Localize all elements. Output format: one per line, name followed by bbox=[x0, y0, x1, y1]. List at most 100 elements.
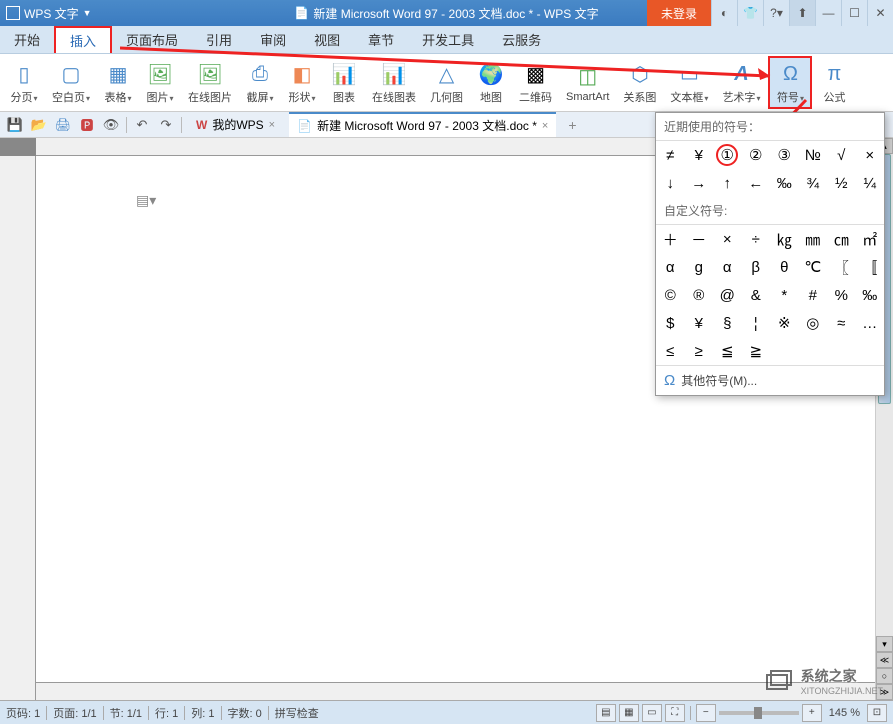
tab-review[interactable]: 审阅 bbox=[246, 26, 300, 53]
symbol-cell[interactable]: ɡ bbox=[685, 253, 714, 281]
view-outline-button[interactable]: ▦ bbox=[619, 704, 639, 722]
save-icon[interactable]: 💾 bbox=[6, 116, 24, 134]
symbol-cell[interactable]: # bbox=[799, 281, 828, 309]
symbol-cell[interactable]: № bbox=[799, 141, 828, 169]
symbol-cell-highlighted[interactable]: ① bbox=[716, 144, 738, 166]
ribbon-shapes[interactable]: ◧形状▾ bbox=[282, 58, 322, 107]
ribbon-relation[interactable]: ⬡关系图 bbox=[617, 58, 662, 107]
tab-chapter[interactable]: 章节 bbox=[354, 26, 408, 53]
symbol-cell[interactable]: ® bbox=[685, 281, 714, 309]
symbol-cell[interactable]: ← bbox=[742, 169, 771, 197]
print-icon[interactable]: 🖨 bbox=[54, 116, 72, 134]
ribbon-online-chart[interactable]: 📊在线图表 bbox=[366, 58, 422, 107]
status-col[interactable]: 列: 1 bbox=[191, 705, 214, 721]
tab-cloud[interactable]: 云服务 bbox=[488, 26, 555, 53]
app-menu-button[interactable]: WPS 文字 ▼ bbox=[0, 5, 98, 22]
redo-icon[interactable]: ↷ bbox=[157, 116, 175, 134]
symbol-cell[interactable]: ≧ bbox=[742, 337, 771, 365]
close-tab-icon[interactable]: × bbox=[542, 120, 548, 132]
symbol-cell[interactable]: ℃ bbox=[799, 253, 828, 281]
symbol-cell[interactable]: ¥ bbox=[685, 309, 714, 337]
symbol-cell[interactable]: ÷ bbox=[742, 225, 771, 253]
minimize-button[interactable]: — bbox=[815, 0, 841, 26]
shirt-icon[interactable]: 👕 bbox=[737, 0, 763, 26]
open-icon[interactable]: 📂 bbox=[30, 116, 48, 134]
ribbon-page-break[interactable]: ▯分页▾ bbox=[4, 58, 44, 107]
symbol-cell[interactable]: ㎝ bbox=[827, 225, 856, 253]
more-symbols-button[interactable]: Ω 其他符号(M)... bbox=[656, 365, 884, 395]
ribbon-online-picture[interactable]: 🖼在线图片 bbox=[182, 58, 238, 107]
status-chars[interactable]: 字数: 0 bbox=[228, 705, 262, 721]
symbol-cell[interactable]: α bbox=[656, 253, 685, 281]
symbol-cell[interactable]: & bbox=[742, 281, 771, 309]
help-icon[interactable]: ?▾ bbox=[763, 0, 789, 26]
vertical-ruler[interactable] bbox=[0, 156, 36, 700]
print-preview-icon[interactable]: 👁 bbox=[102, 116, 120, 134]
symbol-cell[interactable]: ↓ bbox=[656, 169, 685, 197]
symbol-cell[interactable]: β bbox=[742, 253, 771, 281]
view-print-layout-button[interactable]: ▤ bbox=[596, 704, 616, 722]
symbol-cell[interactable]: ↑ bbox=[713, 169, 742, 197]
ribbon-equation[interactable]: π公式 bbox=[814, 58, 854, 107]
ribbon-geometry[interactable]: △几何图 bbox=[424, 58, 469, 107]
symbol-cell[interactable]: 〚 bbox=[856, 253, 885, 281]
symbol-cell[interactable]: $ bbox=[656, 309, 685, 337]
doc-tab-mywps[interactable]: W 我的WPS × bbox=[188, 112, 283, 137]
symbol-cell[interactable]: ≦ bbox=[713, 337, 742, 365]
symbol-cell[interactable]: ‰ bbox=[856, 281, 885, 309]
undo-icon[interactable]: ↶ bbox=[133, 116, 151, 134]
symbol-cell[interactable]: § bbox=[713, 309, 742, 337]
status-page-num[interactable]: 页面: 1/1 bbox=[53, 705, 96, 721]
symbol-cell[interactable]: ¾ bbox=[799, 169, 828, 197]
skin-icon[interactable]: ◐ bbox=[711, 0, 737, 26]
symbol-cell[interactable]: √ bbox=[827, 141, 856, 169]
ribbon-screenshot[interactable]: ⎙截屏▾ bbox=[240, 58, 280, 107]
pdf-icon[interactable]: 🅿 bbox=[78, 116, 96, 134]
symbol-cell[interactable]: ¦ bbox=[742, 309, 771, 337]
view-web-button[interactable]: ▭ bbox=[642, 704, 662, 722]
zoom-slider[interactable] bbox=[719, 711, 799, 715]
symbol-cell[interactable]: α bbox=[713, 253, 742, 281]
tab-start[interactable]: 开始 bbox=[0, 26, 54, 53]
zoom-fit-button[interactable]: ⊡ bbox=[867, 704, 887, 722]
view-fullscreen-button[interactable]: ⛶ bbox=[665, 704, 685, 722]
symbol-cell[interactable]: ◎ bbox=[799, 309, 828, 337]
tab-insert[interactable]: 插入 bbox=[54, 26, 112, 53]
tab-reference[interactable]: 引用 bbox=[192, 26, 246, 53]
symbol-cell[interactable]: ≈ bbox=[827, 309, 856, 337]
ribbon-chart[interactable]: 📊图表 bbox=[324, 58, 364, 107]
symbol-cell[interactable]: ≤ bbox=[656, 337, 685, 365]
symbol-cell[interactable]: ¼ bbox=[856, 169, 885, 197]
symbol-cell[interactable]: % bbox=[827, 281, 856, 309]
symbol-cell[interactable]: ≥ bbox=[685, 337, 714, 365]
symbol-cell[interactable]: ㎡ bbox=[856, 225, 885, 253]
symbol-cell[interactable]: → bbox=[685, 169, 714, 197]
symbol-cell[interactable]: ③ bbox=[770, 141, 799, 169]
maximize-button[interactable]: ☐ bbox=[841, 0, 867, 26]
status-spellcheck[interactable]: 拼写检查 bbox=[275, 705, 319, 721]
symbol-cell[interactable]: ㎜ bbox=[799, 225, 828, 253]
close-button[interactable]: ✕ bbox=[867, 0, 893, 26]
symbol-cell[interactable]: … bbox=[856, 309, 885, 337]
zoom-out-button[interactable]: − bbox=[696, 704, 716, 722]
symbol-cell[interactable]: ㎏ bbox=[770, 225, 799, 253]
status-section[interactable]: 节: 1/1 bbox=[110, 705, 142, 721]
ribbon-picture[interactable]: 🖼图片▾ bbox=[140, 58, 180, 107]
status-page-code[interactable]: 页码: 1 bbox=[6, 705, 40, 721]
zoom-in-button[interactable]: + bbox=[802, 704, 822, 722]
symbol-cell[interactable]: 〖 bbox=[827, 253, 856, 281]
tab-devtools[interactable]: 开发工具 bbox=[408, 26, 488, 53]
tab-view[interactable]: 视图 bbox=[300, 26, 354, 53]
symbol-cell[interactable]: － bbox=[685, 225, 714, 253]
ribbon-smartart[interactable]: ◫SmartArt bbox=[560, 60, 615, 105]
symbol-cell[interactable]: ¥ bbox=[685, 141, 714, 169]
status-line[interactable]: 行: 1 bbox=[155, 705, 178, 721]
symbol-cell[interactable]: ＋ bbox=[656, 225, 685, 253]
symbol-cell[interactable]: © bbox=[656, 281, 685, 309]
symbol-cell[interactable]: ※ bbox=[770, 309, 799, 337]
login-button[interactable]: 未登录 bbox=[647, 0, 711, 26]
doc-tab-current[interactable]: 📄 新建 Microsoft Word 97 - 2003 文档.doc * × bbox=[289, 112, 556, 137]
add-tab-button[interactable]: + bbox=[562, 117, 582, 133]
ribbon-blank-page[interactable]: ▢空白页▾ bbox=[46, 58, 96, 107]
zoom-level[interactable]: 145 % bbox=[829, 707, 860, 719]
